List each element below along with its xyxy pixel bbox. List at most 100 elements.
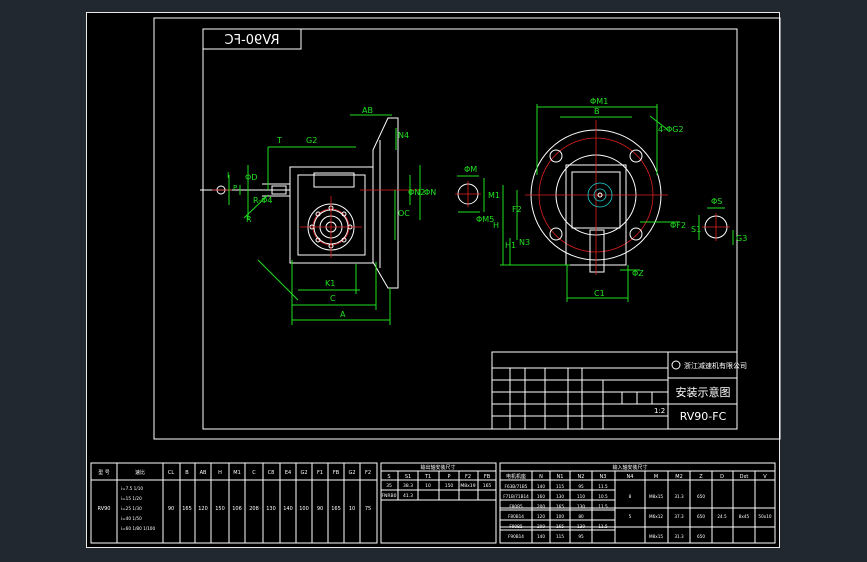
dim-phiM1: ΦM1 xyxy=(590,97,608,106)
table3-cell: 80 xyxy=(578,514,584,519)
table2-cell: 165 xyxy=(483,483,492,489)
table2-cell: 35 xyxy=(386,483,392,489)
table2-cell: M8x19 xyxy=(460,483,475,489)
gearbox-housing xyxy=(289,166,374,264)
table3-cell: F80B14 xyxy=(508,514,524,519)
table3-cell: 11.5 xyxy=(598,484,608,489)
dim-G2: G2 xyxy=(306,136,317,145)
dim-P: P xyxy=(233,184,237,192)
dim-phiN2: ΦN2 xyxy=(408,188,425,197)
table1-cell: 90 xyxy=(168,506,174,512)
table1-header: 速比 xyxy=(135,469,145,476)
dim-R-phi4: R-Φ4 xyxy=(253,196,273,205)
table1-cell: 10 xyxy=(349,506,355,512)
drawing-model: RV90-FC xyxy=(680,410,727,423)
table1-header: CL xyxy=(168,470,174,476)
table1-ratio-line: i=60 1/80 1/100 xyxy=(121,526,155,531)
drawing-name: 安装示意图 xyxy=(676,385,731,399)
table3-cell: F63B/71B5 xyxy=(505,484,528,489)
title-block: 浙江减速机有限公司 安装示意图 RV90-FC 1:2 xyxy=(491,351,747,430)
table3-cell: 165 xyxy=(556,524,564,529)
side-view-dimensions: AB T G2 N4 I P ΦD R R-Φ4 ΦN2 ΦN OC K1 C … xyxy=(227,106,436,325)
table1-header: B xyxy=(185,470,189,476)
company-name: 浙江减速机有限公司 xyxy=(684,361,747,370)
dim-I: I xyxy=(227,171,229,180)
key-shaft-detail: ΦS S1 G3 xyxy=(691,197,747,245)
table1-header: G2 xyxy=(348,470,355,476)
dim-M1: M1 xyxy=(488,191,500,200)
table1-ratio-line: i=15 1/20 xyxy=(121,496,142,501)
table1-ratio-line: i=25 1/30 xyxy=(121,506,142,511)
table1-header: 型 号 xyxy=(98,469,110,476)
table3-header: N2 xyxy=(578,474,585,480)
input-shaft-detail: ΦM M1 ΦM5 xyxy=(455,165,500,224)
table1-header: H xyxy=(218,470,222,476)
table3-cell: 165 xyxy=(556,504,564,509)
table3-cell: 650 xyxy=(697,514,705,519)
table1-cell: 165 xyxy=(331,506,341,512)
table3-cell: M6x12 xyxy=(649,514,663,519)
table3-cell: 95 xyxy=(578,534,584,539)
table3-cell: 140 xyxy=(537,534,545,539)
table3-cell: 31.3 xyxy=(674,534,684,539)
table3-cell: 115 xyxy=(556,484,564,489)
table3-header: M xyxy=(654,474,658,480)
dim-phiZ: ΦZ xyxy=(632,269,644,278)
dim-R: R xyxy=(246,215,252,224)
table2-header: T1 xyxy=(424,474,431,480)
front-view xyxy=(525,120,668,275)
dim-phiD: ΦD xyxy=(245,173,257,182)
dim-T: T xyxy=(276,136,282,145)
company-logo xyxy=(671,360,681,370)
cad-drawing: RV90-FC AB T G2 N4 I P ΦD R R-Φ4 ΦN2 ΦN … xyxy=(90,17,781,544)
table3-cell: 130 xyxy=(577,524,585,529)
table3-cell: 200 xyxy=(537,504,545,509)
table1-cell: 130 xyxy=(266,506,276,512)
table1-cell: 140 xyxy=(283,506,293,512)
table1-cell: 100 xyxy=(299,506,309,512)
table3-cell: F90B5 xyxy=(509,524,523,529)
table3-cell: 8 xyxy=(629,494,632,499)
dim-K1: K1 xyxy=(325,279,335,288)
table1-header: F2 xyxy=(365,470,371,476)
table3-cell: 160 xyxy=(537,494,545,499)
table3-cell: 110 xyxy=(577,494,585,499)
table3-header: N xyxy=(539,474,543,480)
table3-cell: 100 xyxy=(556,514,564,519)
table3-cell: 200 xyxy=(537,524,545,529)
table3-cell: 650 xyxy=(697,534,705,539)
table1-header: G2 xyxy=(300,470,307,476)
table3-header: N3 xyxy=(600,474,607,480)
table3-cell: F80B5 xyxy=(509,504,523,509)
table1-cell: 208 xyxy=(249,506,259,512)
table3-cell: 140 xyxy=(537,484,545,489)
inner-frame xyxy=(202,28,738,430)
table3-title: 输入轴安装尺寸 xyxy=(612,464,647,471)
dim-C: C xyxy=(330,294,336,303)
table3-header: D xyxy=(720,474,724,480)
dim-phiF2: ΦF2 xyxy=(670,221,686,230)
table1-header: F1 xyxy=(317,470,323,476)
mirrored-model-label: RV90-FC xyxy=(224,33,279,48)
table3-cell: M8x15 xyxy=(649,494,663,499)
table2-cell: 41.3 xyxy=(403,493,413,499)
table2-grid xyxy=(380,462,497,544)
dim-phiN: ΦN xyxy=(424,188,436,197)
motor-flange xyxy=(372,117,399,289)
drawing-scale: 1:2 xyxy=(654,407,665,415)
dim-S1: S1 xyxy=(691,225,701,234)
table2-cell: FNRB0 xyxy=(381,493,396,499)
table2-cell: 38.3 xyxy=(403,483,413,489)
table1-header: FB xyxy=(333,470,340,476)
table3-cell: F90B14 xyxy=(508,534,524,539)
table1-cell: 75 xyxy=(365,506,371,512)
table3-header: N1 xyxy=(557,474,564,480)
table3-cell: 115 xyxy=(556,534,564,539)
table3-cell: 11.5 xyxy=(598,504,608,509)
dim-B: B xyxy=(594,107,600,116)
table3-cell: 130 xyxy=(556,494,564,499)
table3-cell: 120 xyxy=(537,514,545,519)
table1-header: C xyxy=(252,470,256,476)
table3-cell: 24.5 xyxy=(717,514,727,519)
table3-header: M2 xyxy=(675,474,683,480)
